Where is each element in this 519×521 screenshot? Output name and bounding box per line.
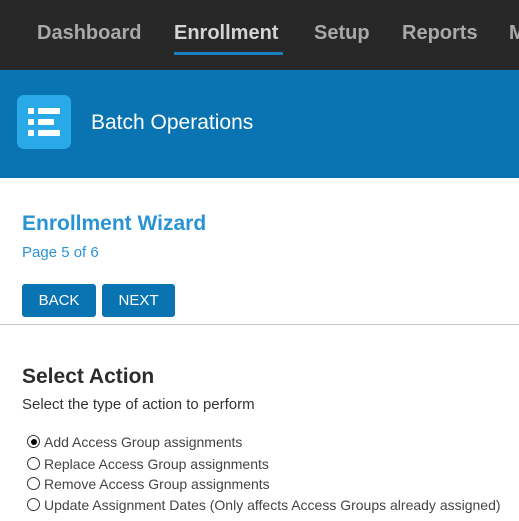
nav-item-enrollment[interactable]: Enrollment [174, 22, 278, 45]
active-tab-indicator [174, 52, 283, 55]
wizard-page-indicator: Page 5 of 6 [22, 244, 99, 261]
radio-button-add[interactable] [27, 435, 40, 448]
nav-item-dashboard[interactable]: Dashboard [37, 22, 141, 45]
radio-button-replace[interactable] [27, 457, 40, 470]
option-label: Replace Access Group assignments [44, 456, 269, 472]
radio-button-remove[interactable] [27, 477, 40, 490]
option-label: Add Access Group assignments [44, 434, 243, 450]
list-icon [17, 95, 71, 149]
option-label: Remove Access Group assignments [44, 476, 270, 492]
radio-button-update-dates[interactable] [27, 498, 40, 511]
section-title: Select Action [22, 365, 155, 388]
page-banner: Batch Operations [0, 70, 519, 178]
next-button[interactable]: NEXT [102, 284, 175, 317]
nav-item-reports[interactable]: Reports [402, 22, 478, 45]
top-navigation: Dashboard Enrollment Setup Reports M [0, 0, 519, 70]
nav-item-more[interactable]: M [509, 22, 519, 45]
page-title: Batch Operations [91, 111, 254, 134]
section-description: Select the type of action to perform [22, 396, 255, 413]
option-label: Update Assignment Dates (Only affects Ac… [44, 497, 501, 513]
nav-item-setup[interactable]: Setup [314, 22, 370, 45]
divider [0, 324, 519, 325]
back-button[interactable]: BACK [22, 284, 96, 317]
wizard-title: Enrollment Wizard [22, 212, 207, 235]
